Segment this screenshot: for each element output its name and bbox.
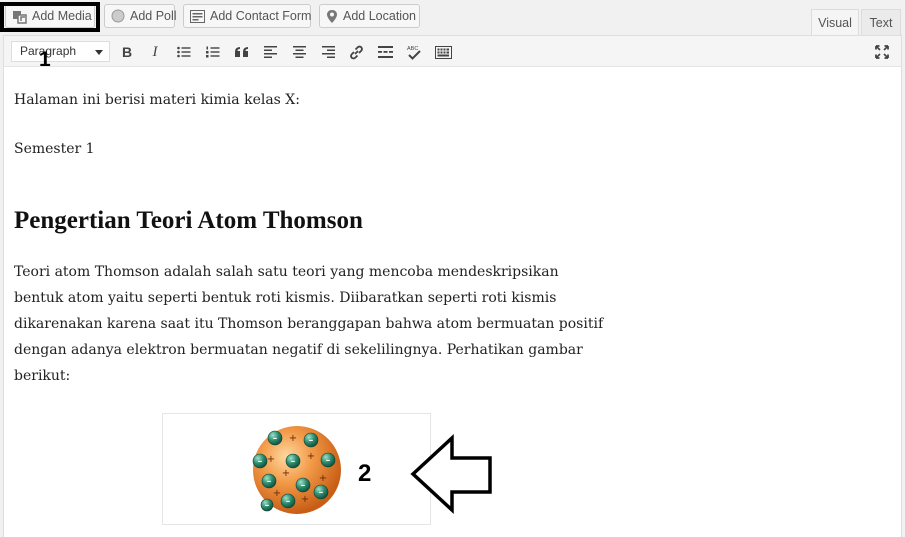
- format-select[interactable]: Paragraph: [11, 41, 110, 62]
- editor-content-area[interactable]: Halaman ini berisi materi kimia kelas X:…: [3, 67, 902, 537]
- add-poll-label: Add Poll: [130, 9, 177, 23]
- atom-image[interactable]: + + + + + + + – – – – – – – – – –: [162, 413, 431, 525]
- svg-text:–: –: [265, 501, 270, 511]
- svg-text:+: +: [289, 433, 297, 444]
- tab-text[interactable]: Text: [861, 9, 901, 35]
- svg-text:–: –: [291, 457, 296, 467]
- intro-text: Halaman ini berisi materi kimia kelas X:: [14, 92, 300, 108]
- italic-icon: I: [152, 43, 158, 60]
- spellcheck-icon: ABC: [407, 46, 421, 60]
- svg-text:ABC: ABC: [407, 46, 418, 52]
- svg-text:–: –: [267, 477, 272, 487]
- svg-text:–: –: [301, 481, 306, 491]
- align-right-button[interactable]: [318, 42, 338, 62]
- add-contact-form-label: Add Contact Form: [210, 9, 312, 23]
- svg-text:–: –: [286, 497, 291, 507]
- insert-link-button[interactable]: [346, 42, 366, 62]
- italic-button[interactable]: I: [145, 42, 165, 62]
- poll-icon: [111, 9, 125, 24]
- keyboard-icon: [434, 45, 452, 59]
- svg-text:+: +: [301, 494, 309, 505]
- svg-text:+: +: [319, 473, 327, 484]
- paragraph-line: dikarenakan karena saat itu Thomson bera…: [14, 316, 604, 332]
- svg-text:–: –: [309, 436, 314, 446]
- svg-text:–: –: [326, 456, 331, 466]
- highlight-box-1: [0, 2, 100, 32]
- read-more-icon: [377, 46, 393, 58]
- tab-text-label: Text: [869, 15, 893, 30]
- paragraph-line: bentuk atom yaitu seperti bentuk roti ki…: [14, 290, 557, 306]
- align-left-icon: [263, 46, 277, 58]
- paragraph-line: berikut:: [14, 368, 71, 384]
- link-icon: [349, 45, 363, 59]
- bulleted-list-button[interactable]: [174, 42, 194, 62]
- toolbar-toggle-button[interactable]: [433, 42, 453, 62]
- form-icon: [190, 9, 205, 24]
- location-pin-icon: [326, 9, 338, 24]
- semester-text: Semester 1: [14, 141, 95, 157]
- body-paragraph: Teori atom Thomson adalah salah satu teo…: [14, 259, 604, 389]
- align-right-icon: [321, 46, 335, 58]
- svg-text:+: +: [282, 468, 290, 479]
- paragraph-line: Teori atom Thomson adalah salah satu teo…: [14, 264, 559, 280]
- svg-text:+: +: [273, 488, 281, 499]
- blockquote-button[interactable]: [232, 42, 252, 62]
- thomson-atom-illustration: ++ + + ++ + – –– – –– ––– –: [252, 426, 341, 514]
- chevron-down-icon: [95, 50, 103, 55]
- svg-text:–: –: [319, 488, 324, 498]
- fullscreen-button[interactable]: [872, 42, 892, 62]
- bulleted-list-icon: [177, 46, 191, 58]
- align-center-icon: [292, 46, 306, 58]
- spellcheck-button[interactable]: ABC: [404, 42, 424, 62]
- numbered-list-icon: [206, 46, 220, 58]
- annotation-marker-2: 2: [358, 460, 372, 487]
- align-left-button[interactable]: [260, 42, 280, 62]
- svg-text:+: +: [267, 454, 275, 465]
- numbered-list-button[interactable]: [203, 42, 223, 62]
- paragraph-line: dengan adanya elektron bermuatan negatif…: [14, 342, 583, 358]
- svg-text:–: –: [273, 434, 278, 444]
- add-location-button[interactable]: Add Location: [319, 4, 420, 28]
- media-bar: Add Media Add Poll Add Contact Form Add …: [0, 0, 905, 36]
- tab-visual-label: Visual: [818, 16, 852, 30]
- editor-toolbar: Paragraph B I ABC: [3, 35, 902, 67]
- add-location-label: Add Location: [343, 9, 416, 23]
- align-center-button[interactable]: [289, 42, 309, 62]
- bold-button[interactable]: B: [117, 42, 137, 62]
- svg-text:–: –: [258, 457, 263, 467]
- fullscreen-icon: [875, 45, 889, 59]
- add-contact-form-button[interactable]: Add Contact Form: [183, 4, 311, 28]
- read-more-button[interactable]: [375, 42, 395, 62]
- quote-icon: [235, 47, 248, 57]
- bold-icon: B: [121, 44, 133, 60]
- section-heading: Pengertian Teori Atom Thomson: [14, 207, 363, 234]
- tab-visual[interactable]: Visual: [811, 9, 859, 36]
- svg-text:+: +: [307, 451, 315, 462]
- add-poll-button[interactable]: Add Poll: [104, 4, 177, 28]
